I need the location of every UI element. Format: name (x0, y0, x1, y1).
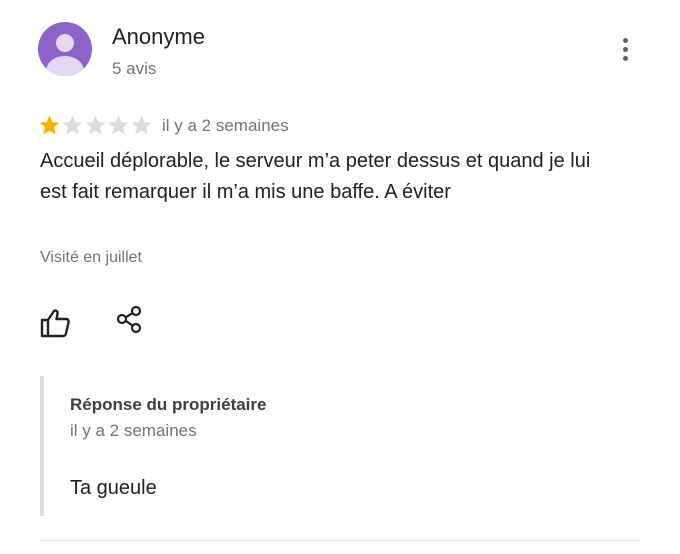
share-icon (116, 305, 142, 334)
author-review-count: 5 avis (112, 59, 157, 78)
thumb-up-icon (40, 309, 70, 338)
like-button[interactable] (38, 306, 72, 340)
star-rating (38, 114, 153, 136)
star-empty-icon (85, 115, 106, 135)
star-empty-icon (62, 115, 83, 135)
visit-info: Visité en juillet (40, 249, 142, 266)
divider (40, 540, 640, 541)
review-date: il y a 2 semaines (162, 116, 289, 135)
share-button[interactable] (114, 304, 146, 336)
owner-response-text: Ta gueule (70, 477, 157, 499)
star-empty-icon (131, 115, 152, 135)
owner-response-title: Réponse du propriétaire (70, 395, 267, 414)
star-filled-icon (39, 115, 60, 135)
review-text: Accueil déplorable, le serveur m’a peter… (40, 150, 591, 203)
more-vert-icon-dot (623, 47, 628, 52)
owner-response: Réponse du propriétaire il y a 2 semaine… (40, 376, 624, 516)
owner-response-date: il y a 2 semaines (70, 421, 197, 440)
avatar[interactable] (38, 22, 92, 76)
avatar-head-shape (56, 34, 74, 52)
more-vert-icon (623, 38, 628, 43)
more-options-button[interactable] (610, 30, 642, 70)
star-empty-icon (108, 115, 129, 135)
more-vert-icon-dot (623, 56, 628, 61)
avatar-body-shape (46, 56, 84, 76)
author-name[interactable]: Anonyme (112, 24, 205, 50)
